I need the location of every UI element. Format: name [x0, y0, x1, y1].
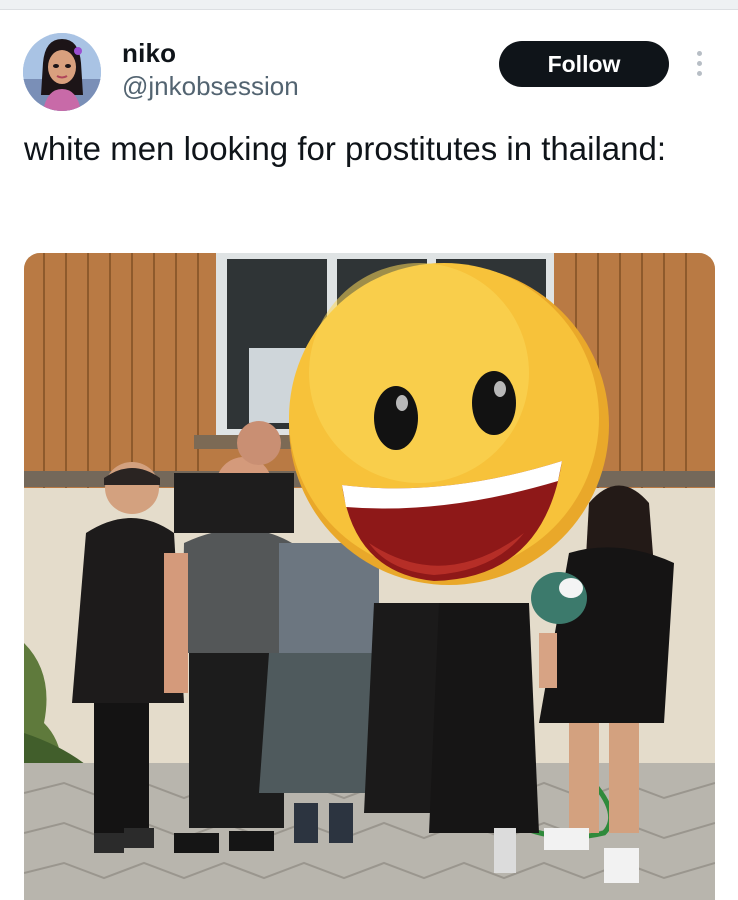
- avatar-image: [23, 33, 101, 111]
- author-handle[interactable]: @jnkobsession: [122, 71, 299, 102]
- author-name[interactable]: niko: [122, 38, 176, 69]
- post-text: white men looking for prostitutes in tha…: [24, 130, 667, 167]
- photo-scene: [24, 253, 715, 900]
- author-avatar[interactable]: [23, 33, 101, 111]
- grinning-face-emoji: [289, 263, 609, 585]
- more-options-icon[interactable]: [690, 48, 708, 82]
- post-image[interactable]: [24, 253, 715, 900]
- follow-button[interactable]: Follow: [499, 41, 669, 87]
- top-divider: [0, 0, 738, 10]
